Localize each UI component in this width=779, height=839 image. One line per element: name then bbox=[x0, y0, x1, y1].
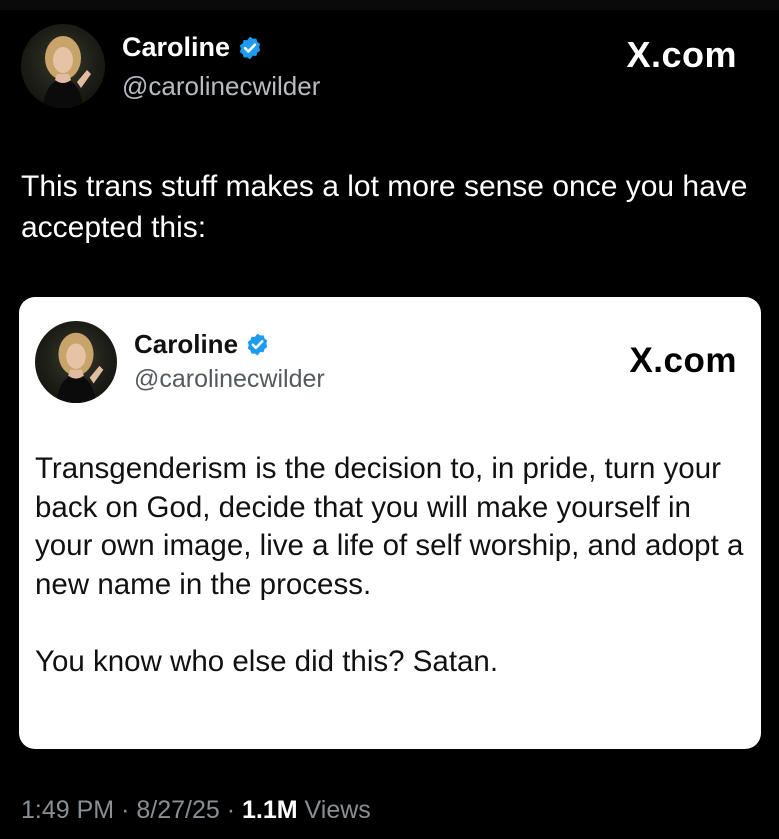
quoted-author-handle[interactable]: @carolinecwilder bbox=[134, 365, 325, 394]
quoted-avatar[interactable] bbox=[35, 321, 117, 403]
avatar[interactable] bbox=[21, 24, 105, 108]
quoted-x-brand-label: X.com bbox=[629, 341, 737, 380]
post-date[interactable]: 8/27/25 bbox=[136, 796, 219, 824]
post-header: Caroline @carolinecwilder X.com bbox=[21, 24, 761, 112]
post-time[interactable]: 1:49 PM bbox=[21, 796, 114, 824]
author-handle[interactable]: @carolinecwilder bbox=[122, 71, 320, 102]
x-brand-label: X.com bbox=[626, 34, 737, 75]
meta-separator: · bbox=[226, 796, 236, 824]
views-count[interactable]: 1.1M bbox=[242, 796, 298, 824]
verified-badge-icon bbox=[245, 332, 270, 357]
quoted-post-card[interactable]: Caroline @carolinecwilder X.com Transgen… bbox=[19, 297, 761, 749]
views-label: Views bbox=[304, 796, 371, 824]
post-text: This trans stuff makes a lot more sense … bbox=[21, 170, 748, 244]
quoted-author-name-row: Caroline bbox=[134, 329, 270, 360]
quoted-paragraph: Transgenderism is the decision to, in pr… bbox=[35, 452, 744, 601]
avatar-photo bbox=[43, 36, 91, 108]
meta-separator: · bbox=[121, 796, 130, 824]
quoted-post-text: Transgenderism is the decision to, in pr… bbox=[35, 450, 745, 682]
author-name[interactable]: Caroline bbox=[122, 32, 230, 63]
quoted-avatar-photo bbox=[56, 332, 104, 403]
verified-badge-icon bbox=[237, 35, 263, 61]
top-edge-strip bbox=[0, 0, 779, 10]
quoted-paragraph: You know who else did this? Satan. bbox=[35, 645, 499, 678]
quoted-author-name[interactable]: Caroline bbox=[134, 329, 238, 360]
author-name-row: Caroline bbox=[122, 32, 263, 63]
post-meta: 1:49 PM · 8/27/25 · 1.1M Views bbox=[21, 796, 371, 825]
